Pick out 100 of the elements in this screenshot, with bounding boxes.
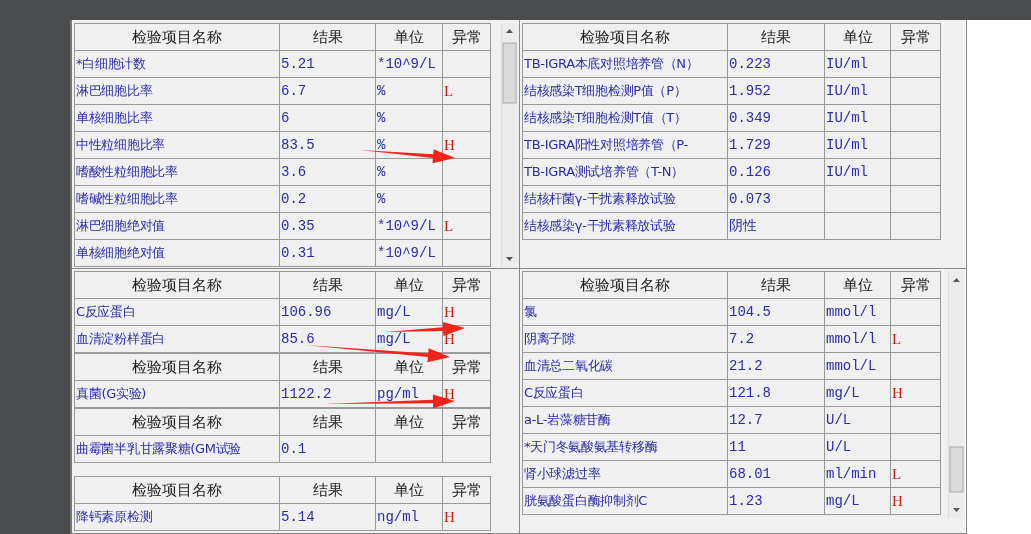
table-cell: 1.23 (728, 488, 825, 515)
scrollbar[interactable] (948, 272, 964, 518)
table-cell: L (443, 78, 491, 105)
table-cell: 1.729 (728, 132, 825, 159)
table-cell: C反应蛋白 (523, 380, 728, 407)
column-header: 结果 (728, 272, 825, 299)
table-cell: H (891, 488, 941, 515)
table-cell: 6.7 (280, 78, 376, 105)
table-cell: *10^9/L (376, 51, 443, 78)
table-cell: 淋巴细胞比率 (75, 78, 280, 105)
column-header: 检验项目名称 (75, 272, 280, 299)
table-cell: 21.2 (728, 353, 825, 380)
table-cell: *白细胞计数 (75, 51, 280, 78)
column-header: 结果 (280, 272, 376, 299)
column-header: 检验项目名称 (75, 24, 280, 51)
table-cell: 121.8 (728, 380, 825, 407)
column-header: 检验项目名称 (523, 24, 728, 51)
column-header: 检验项目名称 (75, 409, 280, 436)
table-cell: 0.073 (728, 186, 825, 213)
table-cell: U/L (825, 434, 891, 461)
table-cell: 0.349 (728, 105, 825, 132)
column-header: 单位 (376, 409, 443, 436)
table-cell: 0.2 (280, 186, 376, 213)
column-header: 异常 (891, 24, 941, 51)
table-cell: IU/ml (825, 105, 891, 132)
table-cell: mmol/l (825, 299, 891, 326)
table-cell: 胱氨酸蛋白酶抑制剂C (523, 488, 728, 515)
empty-cell (891, 51, 941, 78)
table-cell: TB-IGRA本底对照培养管（N） (523, 51, 728, 78)
table-cell: 单核细胞绝对值 (75, 240, 280, 267)
table-cell: 结核感染γ-干扰素释放试验 (523, 213, 728, 240)
table-cell: 12.7 (728, 407, 825, 434)
empty-cell (891, 353, 941, 380)
table-cell: L (891, 326, 941, 353)
table-cell: H (891, 380, 941, 407)
table-cell: % (376, 186, 443, 213)
table-cell: TB-IGRA阳性对照培养管（P- (523, 132, 728, 159)
table-cell: *10^9/L (376, 240, 443, 267)
table-cell: 阴离子隙 (523, 326, 728, 353)
table-cell: 血清总二氧化碳 (523, 353, 728, 380)
empty-cell (891, 213, 941, 240)
table-cell: 肾小球滤过率 (523, 461, 728, 488)
table-cell: L (891, 461, 941, 488)
table-cell: U/L (825, 407, 891, 434)
table-cell: 降钙素原检测 (75, 504, 280, 531)
table-cell: 淋巴细胞绝对值 (75, 213, 280, 240)
table-cell: H (443, 504, 491, 531)
table-cell: 结核感染T细胞检测P值（P） (523, 78, 728, 105)
table-cell: TB-IGRA测试培养管（T-N） (523, 159, 728, 186)
column-header: 异常 (443, 24, 491, 51)
table-cell: mg/L (825, 380, 891, 407)
scrollbar[interactable] (501, 23, 517, 267)
table-cell: 83.5 (280, 132, 376, 159)
table-cell: 曲霉菌半乳甘露聚糖(GM试验 (75, 436, 280, 463)
table-cell: mmol/L (825, 353, 891, 380)
table-cell: 0.223 (728, 51, 825, 78)
column-header: 结果 (280, 477, 376, 504)
table-cell: % (376, 105, 443, 132)
table-cell: IU/ml (825, 78, 891, 105)
table-cell: 68.01 (728, 461, 825, 488)
table-cell: ng/ml (376, 504, 443, 531)
empty-cell (825, 186, 891, 213)
table-cell: 氯 (523, 299, 728, 326)
empty-cell (825, 213, 891, 240)
table-cell: ml/min (825, 461, 891, 488)
table-cell: IU/ml (825, 159, 891, 186)
empty-cell (891, 299, 941, 326)
table-cell: 0.126 (728, 159, 825, 186)
table-cell: 血清淀粉样蛋白 (75, 326, 280, 353)
table-cell: *10^9/L (376, 213, 443, 240)
table-cell: 单核细胞比率 (75, 105, 280, 132)
column-header: 单位 (825, 272, 891, 299)
table-cell: 0.1 (280, 436, 376, 463)
table-cell: 3.6 (280, 159, 376, 186)
table-cell: IU/ml (825, 51, 891, 78)
column-header: 结果 (280, 409, 376, 436)
table-cell: L (443, 213, 491, 240)
table-cell: mg/L (825, 488, 891, 515)
table-cell: 106.96 (280, 299, 376, 326)
table-cell: C反应蛋白 (75, 299, 280, 326)
table-cell: mmol/l (825, 326, 891, 353)
table-cell: 嗜碱性粒细胞比率 (75, 186, 280, 213)
column-header: 单位 (376, 272, 443, 299)
table-cell: 5.21 (280, 51, 376, 78)
table-cell: 1.952 (728, 78, 825, 105)
empty-cell (443, 186, 491, 213)
column-header: 异常 (443, 272, 491, 299)
empty-cell (891, 186, 941, 213)
empty-cell (443, 51, 491, 78)
table-cell: 7.2 (728, 326, 825, 353)
table-cell: % (376, 78, 443, 105)
table-cell: *天门冬氨酸氨基转移酶 (523, 434, 728, 461)
table-cell: 中性粒细胞比率 (75, 132, 280, 159)
table-cell: 5.14 (280, 504, 376, 531)
empty-cell (443, 240, 491, 267)
empty-cell (891, 105, 941, 132)
table-cell: 0.31 (280, 240, 376, 267)
column-header: 单位 (825, 24, 891, 51)
column-header: 检验项目名称 (75, 354, 280, 381)
table-cell: 11 (728, 434, 825, 461)
